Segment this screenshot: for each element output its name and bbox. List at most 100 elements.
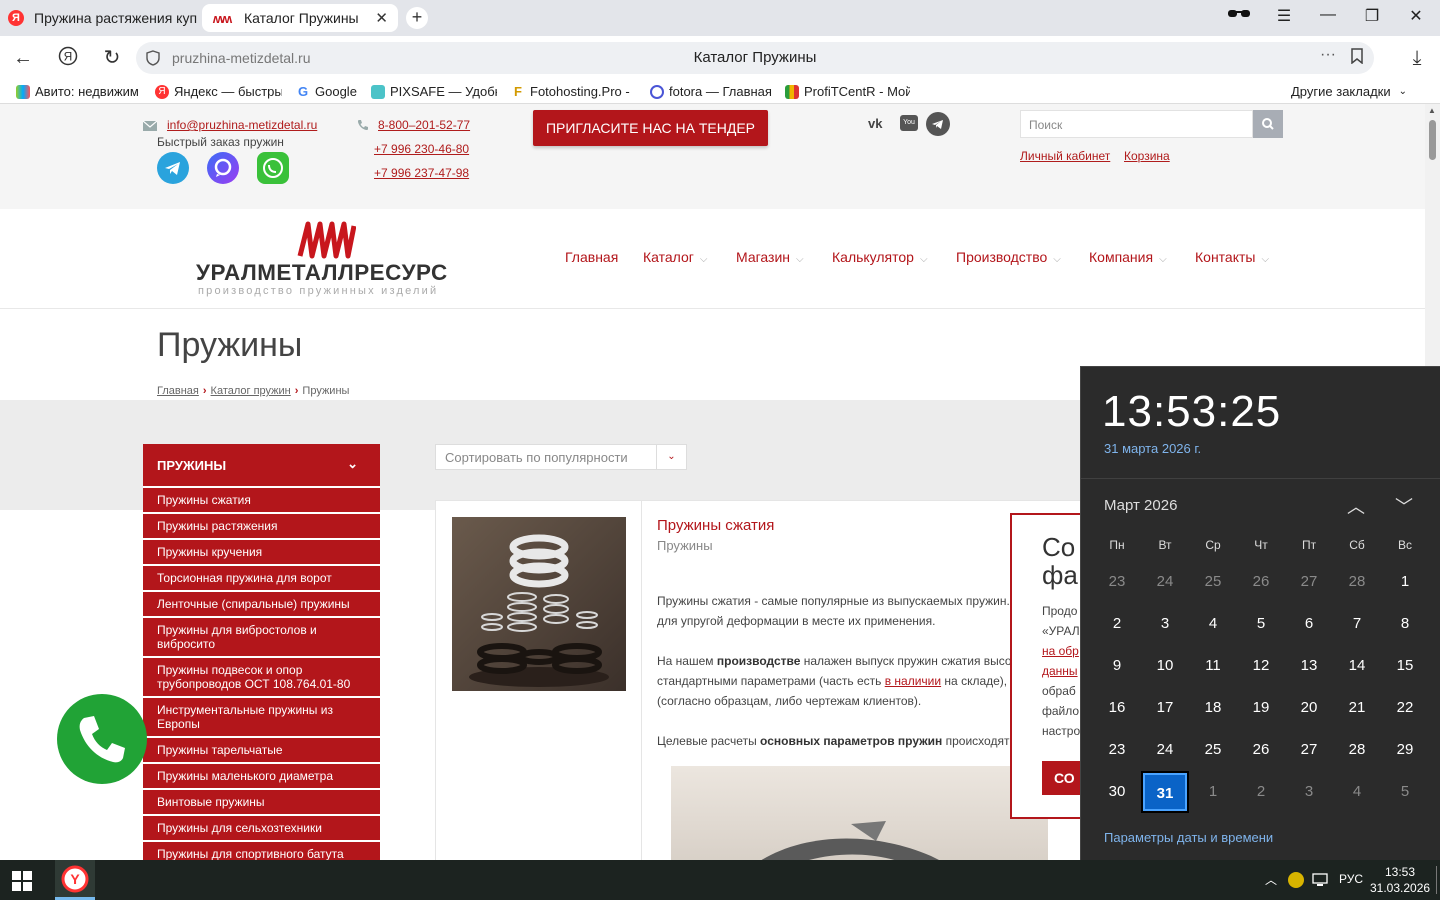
clock-date-link[interactable]: 31 марта 2026 г.	[1104, 441, 1201, 456]
cookie-policy-link[interactable]: на обр	[1042, 641, 1080, 661]
url-bar[interactable]: pruzhina-metizdetal.ru Каталог Пружины ·…	[136, 42, 1374, 74]
bookmark-avito[interactable]: Авито: недвижим	[16, 84, 140, 99]
calendar-day[interactable]: 2	[1093, 603, 1141, 645]
product-image[interactable]	[452, 517, 626, 691]
bookmark-profitcentr[interactable]: ProfiTCentR - Мой	[785, 84, 910, 99]
sidebar-item[interactable]: Винтовые пружины	[143, 788, 380, 814]
scrollbar-thumb[interactable]	[1429, 120, 1436, 160]
telegram-social-icon[interactable]	[926, 112, 950, 136]
sidebar-item[interactable]: Пружины для вибростолов и вибросито	[143, 616, 380, 656]
calendar-day[interactable]: 4	[1333, 771, 1381, 813]
date-time-settings-link[interactable]: Параметры даты и времени	[1104, 830, 1273, 845]
search-input[interactable]: Поиск	[1020, 110, 1253, 138]
windows-start-icon[interactable]	[12, 871, 32, 891]
menu-item-production[interactable]: Производство ⌵	[956, 249, 1061, 265]
other-bookmarks[interactable]: Другие закладки ⌄	[1291, 84, 1407, 99]
calendar-day[interactable]: 12	[1237, 645, 1285, 687]
calendar-day[interactable]: 20	[1285, 687, 1333, 729]
bookmark-fotora[interactable]: fotora — Главная	[650, 84, 772, 99]
calendar-day[interactable]: 22	[1381, 687, 1429, 729]
calendar-day[interactable]: 4	[1189, 603, 1237, 645]
tender-button[interactable]: ПРИГЛАСИТЕ НАС НА ТЕНДЕР	[533, 110, 768, 146]
show-desktop-button[interactable]	[1436, 866, 1437, 894]
search-button[interactable]	[1253, 110, 1283, 138]
calendar-day[interactable]: 26	[1237, 729, 1285, 771]
sidebar-item[interactable]: Пружины для сельхозтехники	[143, 814, 380, 840]
menu-item-company[interactable]: Компания ⌵	[1089, 249, 1167, 265]
telegram-icon[interactable]	[157, 152, 189, 184]
cookie-data-link[interactable]: данны	[1042, 661, 1080, 681]
calendar-day[interactable]: 10	[1141, 645, 1189, 687]
calendar-day[interactable]: 24	[1141, 561, 1189, 603]
scroll-up-icon[interactable]: ▲	[1428, 106, 1436, 115]
menu-item-shop[interactable]: Магазин ⌵	[736, 249, 804, 265]
product-title-link[interactable]: Пружины сжатия	[657, 517, 774, 534]
bookmark-fotohosting[interactable]: F Fotohosting.Pro -	[511, 84, 637, 99]
bookmark-google[interactable]: G Google	[296, 84, 358, 99]
calendar-day[interactable]: 3	[1285, 771, 1333, 813]
calendar-day[interactable]: 27	[1285, 729, 1333, 771]
calendar-day[interactable]: 28	[1333, 561, 1381, 603]
sidebar-item[interactable]: Пружины сжатия	[143, 486, 380, 512]
phone-link-3[interactable]: +7 996 237-47-98	[374, 166, 469, 180]
calendar-day[interactable]: 19	[1237, 687, 1285, 729]
calendar-day[interactable]: 1	[1189, 771, 1237, 813]
tab-active[interactable]: ʍʍ Каталог Пружины ✕	[202, 4, 398, 32]
calendar-day-today[interactable]: 31	[1141, 771, 1189, 813]
calendar-day[interactable]: 29	[1381, 729, 1429, 771]
calendar-day[interactable]: 6	[1285, 603, 1333, 645]
sidebar-item[interactable]: Пружины тарельчатые	[143, 736, 380, 762]
incognito-glasses-icon[interactable]	[1224, 6, 1254, 24]
taskbar-yandex-browser[interactable]: Y	[55, 860, 95, 900]
calendar-day[interactable]: 25	[1189, 561, 1237, 603]
sidebar-item[interactable]: Пружины растяжения	[143, 512, 380, 538]
calendar-day[interactable]: 28	[1333, 729, 1381, 771]
sidebar-header[interactable]: ПРУЖИНЫ ⌄	[143, 444, 380, 486]
calendar-day[interactable]: 16	[1093, 687, 1141, 729]
email-link[interactable]: info@pruzhina-metizdetal.ru	[167, 118, 317, 132]
sidebar-item[interactable]: Инструментальные пружины из Европы	[143, 696, 380, 736]
bookmark-yandex[interactable]: Я Яндекс — быстры	[155, 84, 282, 99]
cabinet-link[interactable]: Личный кабинет	[1020, 149, 1110, 163]
taskbar-clock[interactable]: 13:53 31.03.2026	[1370, 864, 1430, 896]
calendar-day[interactable]: 5	[1237, 603, 1285, 645]
calendar-day[interactable]: 8	[1381, 603, 1429, 645]
phone-link-2[interactable]: +7 996 230-46-80	[374, 142, 469, 156]
network-icon[interactable]	[1312, 872, 1330, 891]
calendar-day[interactable]: 17	[1141, 687, 1189, 729]
calendar-day[interactable]: 14	[1333, 645, 1381, 687]
menu-item-calculator[interactable]: Калькулятор ⌵	[832, 249, 928, 265]
chevron-up-icon[interactable]: ︿	[1347, 493, 1365, 519]
close-window-icon[interactable]: ✕	[1401, 6, 1431, 26]
site-logo[interactable]: УРАЛМЕТАЛЛРЕСУРС производство пружинных …	[196, 214, 452, 299]
tab-inactive[interactable]: Я Пружина растяжения куп	[8, 4, 198, 32]
sort-select[interactable]: Сортировать по популярности ⌄	[435, 444, 687, 470]
calendar-day[interactable]: 18	[1189, 687, 1237, 729]
reload-icon[interactable]: ↻	[99, 46, 125, 72]
calendar-day[interactable]: 9	[1093, 645, 1141, 687]
calendar-day[interactable]: 21	[1333, 687, 1381, 729]
menu-item-home[interactable]: Главная	[565, 249, 618, 265]
calendar-day[interactable]: 23	[1093, 729, 1141, 771]
calendar-day[interactable]: 3	[1141, 603, 1189, 645]
calendar-day[interactable]: 11	[1189, 645, 1237, 687]
new-tab-button[interactable]: +	[406, 7, 428, 29]
calendar-day[interactable]: 7	[1333, 603, 1381, 645]
yandex-home-icon[interactable]: Я	[55, 46, 81, 72]
call-button[interactable]	[57, 694, 147, 784]
menu-item-catalog[interactable]: Каталог ⌵	[643, 249, 708, 265]
vk-icon[interactable]: vk	[868, 116, 882, 131]
restore-icon[interactable]: ❐	[1357, 6, 1387, 26]
sidebar-item[interactable]: Торсионная пружина для ворот	[143, 564, 380, 590]
calendar-day[interactable]: 25	[1189, 729, 1237, 771]
menu-icon[interactable]: ☰	[1269, 6, 1299, 26]
tray-app-icon[interactable]	[1288, 872, 1304, 888]
calendar-day[interactable]: 5	[1381, 771, 1429, 813]
sidebar-item[interactable]: Пружины кручения	[143, 538, 380, 564]
sidebar-item[interactable]: Пружины подвесок и опор трубопроводов ОС…	[143, 656, 380, 696]
calendar-day[interactable]: 24	[1141, 729, 1189, 771]
in-stock-link[interactable]: в наличии	[885, 674, 941, 688]
more-dots-icon[interactable]: ···	[1320, 46, 1336, 64]
menu-item-contacts[interactable]: Контакты ⌵	[1195, 249, 1269, 265]
calendar-day[interactable]: 2	[1237, 771, 1285, 813]
